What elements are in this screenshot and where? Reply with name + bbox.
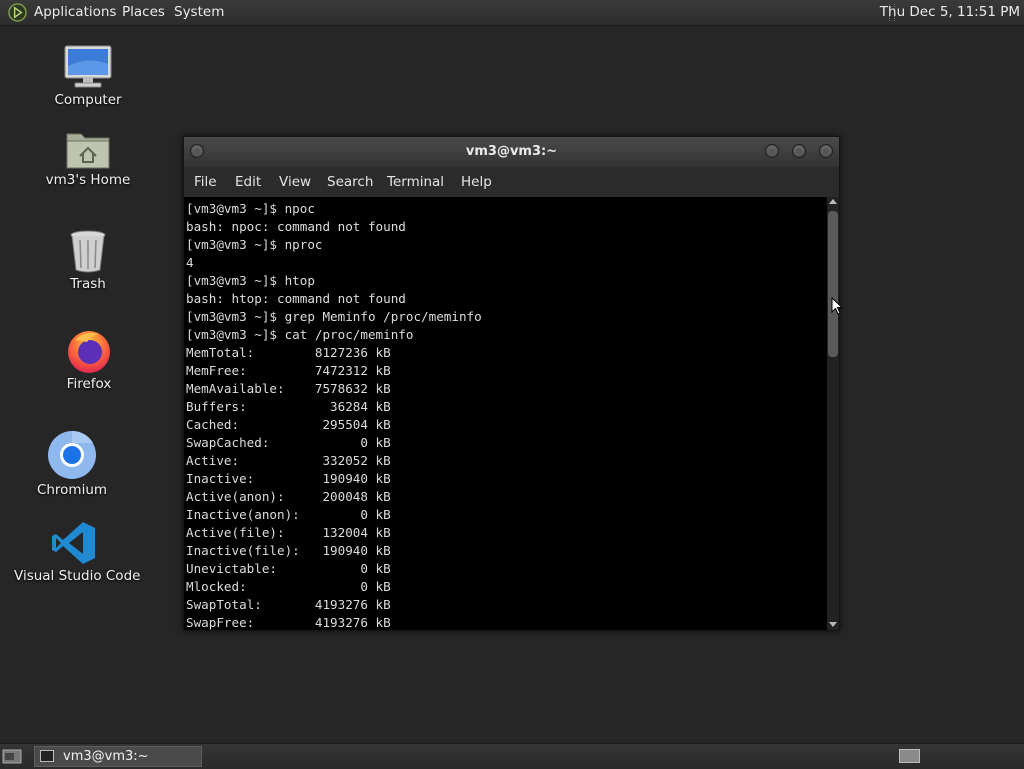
chromium-icon <box>48 430 96 479</box>
terminal-scrollbar[interactable] <box>827 197 839 630</box>
mouse-cursor-icon <box>831 297 843 315</box>
terminal-line: MemTotal: 8127236 kB <box>186 345 391 360</box>
home-folder-icon <box>66 133 110 169</box>
desktop-icon-label: Visual Studio Code <box>14 568 141 584</box>
terminal-line: [vm3@vm3 ~]$ htop <box>186 273 315 288</box>
firefox-icon <box>68 331 110 373</box>
desktop-icon-label: Chromium <box>36 482 108 498</box>
desktop-icon-label: Trash <box>70 276 106 292</box>
terminal-line: MemFree: 7472312 kB <box>186 363 391 378</box>
system-menu[interactable]: System <box>174 0 224 25</box>
terminal-line: Mlocked: 0 kB <box>186 579 391 594</box>
desktop-icon-label: vm3's Home <box>45 172 131 188</box>
terminal-line: [vm3@vm3 ~]$ npoc <box>186 201 315 216</box>
terminal-output[interactable]: [vm3@vm3 ~]$ npoc bash: npoc: command no… <box>184 197 827 630</box>
terminal-line: [vm3@vm3 ~]$ nproc <box>186 237 323 252</box>
desktop-icon-chromium[interactable]: Chromium <box>12 430 132 498</box>
desktop-icon-label: Firefox <box>66 376 112 392</box>
scroll-up-arrow-icon[interactable] <box>829 199 837 204</box>
terminal-line: Active: 332052 kB <box>186 453 391 468</box>
computer-icon <box>64 45 112 88</box>
menu-file[interactable]: File <box>194 167 217 197</box>
taskbar-button-terminal[interactable]: vm3@vm3:~ <box>34 746 202 767</box>
vscode-icon <box>52 522 95 564</box>
terminal-line: bash: htop: command not found <box>186 291 406 306</box>
top-panel: Applications Places System Thu Dec 5, 11… <box>0 0 1024 26</box>
menu-search[interactable]: Search <box>327 167 373 197</box>
close-button[interactable] <box>819 144 833 158</box>
terminal-line: Inactive(file): 190940 kB <box>186 543 391 558</box>
trash-icon <box>70 230 106 273</box>
show-desktop-icon[interactable] <box>2 748 22 764</box>
distro-logo-icon[interactable] <box>8 3 27 22</box>
desktop-icon-home[interactable]: vm3's Home <box>28 128 148 188</box>
terminal-line: SwapCached: 0 kB <box>186 435 391 450</box>
terminal-line: Unevictable: 0 kB <box>186 561 391 576</box>
terminal-line: [vm3@vm3 ~]$ cat /proc/meminfo <box>186 327 414 342</box>
menu-view[interactable]: View <box>279 167 311 197</box>
minimize-button[interactable] <box>765 144 779 158</box>
menu-edit[interactable]: Edit <box>235 167 261 197</box>
applications-menu[interactable]: Applications <box>34 0 116 25</box>
workspace-switcher[interactable] <box>899 749 920 763</box>
window-titlebar[interactable]: vm3@vm3:~ <box>184 137 839 167</box>
scrollbar-thumb[interactable] <box>828 211 838 357</box>
terminal-line: Inactive: 190940 kB <box>186 471 391 486</box>
terminal-line: Active(file): 132004 kB <box>186 525 391 540</box>
clock[interactable]: Thu Dec 5, 11:51 PM <box>880 0 1020 25</box>
scroll-down-arrow-icon[interactable] <box>829 622 837 627</box>
bottom-panel: vm3@vm3:~ <box>0 743 1024 769</box>
window-title: vm3@vm3:~ <box>465 144 558 159</box>
terminal-icon <box>40 750 54 762</box>
terminal-line: Cached: 295504 kB <box>186 417 391 432</box>
terminal-line: Buffers: 36284 kB <box>186 399 391 414</box>
terminal-line: Active(anon): 200048 kB <box>186 489 391 504</box>
terminal-line: SwapTotal: 4193276 kB <box>186 597 391 612</box>
menu-terminal[interactable]: Terminal <box>387 167 444 197</box>
desktop-icon-firefox[interactable]: Firefox <box>29 326 149 392</box>
places-menu[interactable]: Places <box>122 0 165 25</box>
desktop-icon-computer[interactable]: Computer <box>28 44 148 108</box>
terminal-line: Inactive(anon): 0 kB <box>186 507 391 522</box>
desktop-icon-vscode[interactable]: Visual Studio Code <box>14 520 141 584</box>
terminal-menubar: File Edit View Search Terminal Help <box>184 167 839 197</box>
maximize-button[interactable] <box>792 144 806 158</box>
terminal-text: [vm3@vm3 ~]$ npoc bash: npoc: command no… <box>184 197 827 630</box>
desktop-icon-label: Computer <box>54 92 122 108</box>
terminal-window: vm3@vm3:~ File Edit View Search Terminal… <box>183 136 840 631</box>
terminal-line: MemAvailable: 7578632 kB <box>186 381 391 396</box>
terminal-line: 4 <box>186 255 194 270</box>
terminal-line: bash: npoc: command not found <box>186 219 406 234</box>
taskbar-button-label: vm3@vm3:~ <box>63 749 149 764</box>
terminal-line: [vm3@vm3 ~]$ grep Meminfo /proc/meminfo <box>186 309 482 324</box>
desktop-icon-trash[interactable]: Trash <box>28 228 148 292</box>
menu-help[interactable]: Help <box>461 167 492 197</box>
terminal-line: SwapFree: 4193276 kB <box>186 615 391 630</box>
